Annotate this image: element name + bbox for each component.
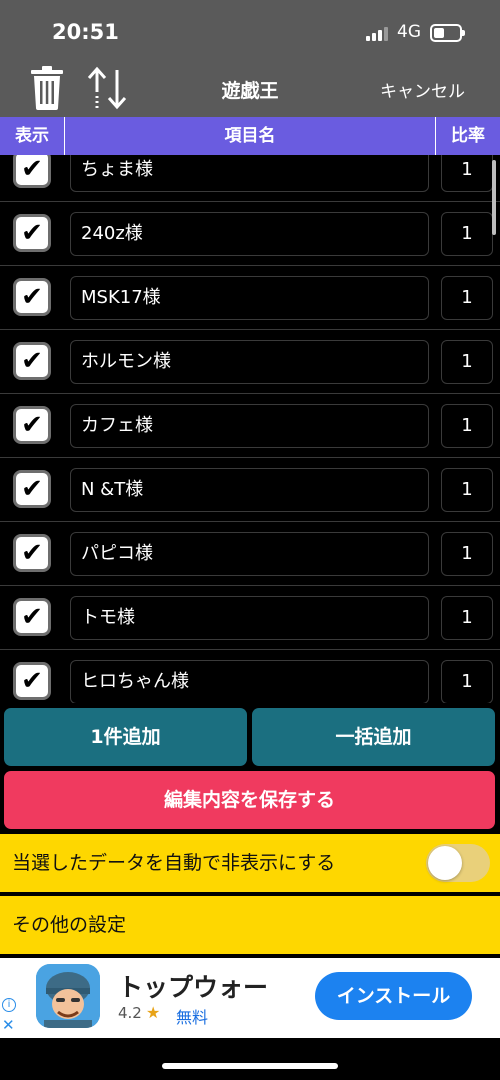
list-item: ✔ MSK17様 1 <box>0 266 500 330</box>
ad-title: トップウォー <box>118 973 269 1002</box>
auto-hide-setting: 当選したデータを自動で非表示にする <box>0 834 500 892</box>
ad-price: 無料 <box>176 1008 209 1027</box>
column-header-name: 項目名 <box>65 117 436 155</box>
item-list[interactable]: ✔ ちょま様 1 ✔ 240z様 1 ✔ MSK17様 1 ✔ ホルモン様 1 … <box>0 155 500 703</box>
item-rate-field[interactable]: 1 <box>441 212 493 256</box>
item-name-field[interactable]: トモ様 <box>70 596 429 640</box>
visibility-checkbox[interactable]: ✔ <box>13 214 51 252</box>
item-rate-field[interactable]: 1 <box>441 468 493 512</box>
add-one-button[interactable]: 1件追加 <box>4 708 247 766</box>
item-rate-field[interactable]: 1 <box>441 340 493 384</box>
item-name-field[interactable]: ホルモン様 <box>70 340 429 384</box>
other-settings-label: その他の設定 <box>12 914 127 936</box>
visibility-checkbox[interactable]: ✔ <box>13 342 51 380</box>
ad-rating: 4.2 <box>118 1004 142 1022</box>
list-item: ✔ 240z様 1 <box>0 202 500 266</box>
save-button[interactable]: 編集内容を保存する <box>4 771 495 829</box>
item-name-field[interactable]: 240z様 <box>70 212 429 256</box>
visibility-checkbox[interactable]: ✔ <box>13 470 51 508</box>
list-item: ✔ N &T様 1 <box>0 458 500 522</box>
item-rate-field[interactable]: 1 <box>441 404 493 448</box>
cancel-button[interactable]: キャンセル <box>380 77 465 102</box>
item-rate-field[interactable]: 1 <box>441 155 493 192</box>
status-bar: 20:51 4G <box>0 0 500 60</box>
list-item: ✔ トモ様 1 <box>0 586 500 650</box>
visibility-checkbox[interactable]: ✔ <box>13 598 51 636</box>
ad-close-icon[interactable]: ✕ <box>2 1016 15 1034</box>
ad-banner[interactable]: i ✕ トップウォー 4.2 ★ 無料 インストール <box>0 958 500 1038</box>
auto-hide-toggle[interactable] <box>426 844 490 882</box>
table-header: 表示 項目名 比率 <box>0 117 500 155</box>
item-rate-field[interactable]: 1 <box>441 596 493 640</box>
list-item: ✔ カフェ様 1 <box>0 394 500 458</box>
top-bar: 20:51 4G 遊戯王 キャンセル <box>0 0 500 117</box>
network-type: 4G <box>397 22 421 42</box>
item-name-field[interactable]: MSK17様 <box>70 276 429 320</box>
status-time: 20:51 <box>52 20 119 44</box>
nav-title: 遊戯王 <box>221 80 279 102</box>
item-name-field[interactable]: カフェ様 <box>70 404 429 448</box>
bulk-add-button[interactable]: 一括追加 <box>252 708 495 766</box>
column-header-show: 表示 <box>0 117 65 155</box>
visibility-checkbox[interactable]: ✔ <box>13 155 51 188</box>
item-name-field[interactable]: N &T様 <box>70 468 429 512</box>
battery-icon <box>430 24 465 42</box>
app-icon <box>36 964 100 1028</box>
visibility-checkbox[interactable]: ✔ <box>13 406 51 444</box>
list-item: ✔ パピコ様 1 <box>0 522 500 586</box>
signal-icon <box>366 27 390 41</box>
trash-icon[interactable] <box>30 66 64 110</box>
home-indicator[interactable] <box>162 1063 338 1069</box>
item-rate-field[interactable]: 1 <box>441 532 493 576</box>
item-rate-field[interactable]: 1 <box>441 276 493 320</box>
visibility-checkbox[interactable]: ✔ <box>13 662 51 700</box>
column-header-rate: 比率 <box>451 126 485 146</box>
list-scrollbar[interactable] <box>492 160 496 235</box>
ad-info-icon[interactable]: i <box>2 998 16 1012</box>
list-item: ✔ ヒロちゃん様 1 <box>0 650 500 703</box>
list-item: ✔ ちょま様 1 <box>0 155 500 202</box>
item-name-field[interactable]: パピコ様 <box>70 532 429 576</box>
item-name-field[interactable]: ちょま様 <box>70 155 429 192</box>
list-item: ✔ ホルモン様 1 <box>0 330 500 394</box>
sort-icon[interactable] <box>86 66 128 110</box>
auto-hide-label: 当選したデータを自動で非表示にする <box>12 852 336 874</box>
item-name-field[interactable]: ヒロちゃん様 <box>70 660 429 703</box>
visibility-checkbox[interactable]: ✔ <box>13 278 51 316</box>
install-button[interactable]: インストール <box>315 972 472 1020</box>
item-rate-field[interactable]: 1 <box>441 660 493 703</box>
star-icon: ★ <box>146 1003 161 1022</box>
other-settings-button[interactable]: その他の設定 <box>0 896 500 954</box>
visibility-checkbox[interactable]: ✔ <box>13 534 51 572</box>
